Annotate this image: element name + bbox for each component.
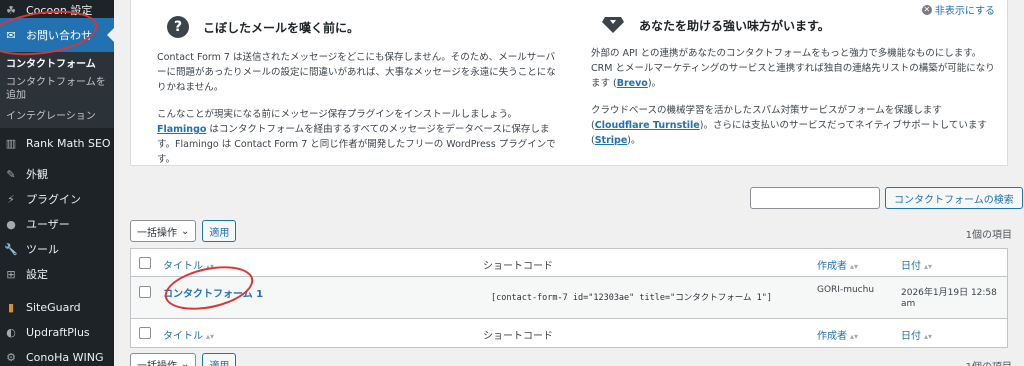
- header-label: 作成者: [817, 331, 847, 342]
- siteguard-icon: ▮: [7, 300, 15, 314]
- sort-icon: ▴▾: [850, 332, 859, 341]
- date-value-line2: am: [901, 299, 916, 309]
- item-count: 1個の項目: [965, 230, 1012, 241]
- question-icon: ?: [167, 16, 189, 38]
- dismiss-label: 非表示にする: [934, 6, 995, 17]
- table-row: コンタクトフォーム 1 [contact-form-7 id="12303ae"…: [131, 277, 1007, 319]
- bulk-action-label: 一括操作: [137, 227, 177, 239]
- welcome-right-para2: クラウドベースの機械学習を活かしたスパム対策サービスがフォームを保護します (C…: [591, 103, 1001, 148]
- brevo-link[interactable]: Brevo: [617, 78, 648, 89]
- date-value-line1: 2026年1月19日 12:58: [901, 288, 997, 298]
- sidebar-item-plugins[interactable]: ⚡ プラグイン: [0, 190, 114, 208]
- sidebar-item-label: SiteGuard: [26, 300, 81, 314]
- sort-icon: ▴▾: [924, 262, 933, 271]
- para-text: こんなことが現実になる前にメッセージ保存プラグインをインストールしましょう。: [157, 109, 518, 120]
- paintbrush-icon: ✎: [6, 167, 16, 181]
- welcome-panel: ✕ 非表示にする ? こぼしたメールを嘆く前に。 Contact Form 7 …: [130, 0, 1008, 166]
- submenu-contact-forms[interactable]: コンタクトフォーム: [6, 58, 96, 71]
- sidebar-item-label: 外観: [26, 168, 48, 181]
- settings-icon: ⊞: [6, 267, 16, 281]
- bulk-actions-top: 一括操作 ⌄ 適用: [130, 220, 237, 242]
- para-text: )。: [627, 135, 641, 146]
- table-header: タイトル ▴▾ ショートコード 作成者 ▴▾ 日付 ▴▾: [131, 249, 1007, 277]
- apply-button-bottom[interactable]: 適用: [202, 353, 237, 366]
- table-footer: タイトル ▴▾ ショートコード 作成者 ▴▾ 日付 ▴▾: [131, 319, 1007, 347]
- main-content: ✕ 非表示にする ? こぼしたメールを嘆く前に。 Contact Form 7 …: [114, 0, 1024, 366]
- sidebar-item-label: ツール: [26, 243, 59, 256]
- submenu-integration[interactable]: インテグレーション: [6, 110, 96, 123]
- welcome-left: ? こぼしたメールを嘆く前に。 Contact Form 7 は送信されたメッセ…: [157, 16, 557, 167]
- column-shortcode-header: ショートコード: [483, 261, 553, 272]
- welcome-left-head: ? こぼしたメールを嘆く前に。: [167, 16, 557, 38]
- sort-icon: ▴▾: [924, 332, 933, 341]
- chevron-down-icon: ⌄: [181, 225, 190, 237]
- gear-icon: ⚙: [6, 350, 16, 364]
- sidebar-item-settings[interactable]: ⊞ 設定: [0, 265, 114, 283]
- search-input[interactable]: [750, 187, 880, 209]
- sidebar-item-label: 設定: [26, 268, 48, 281]
- sidebar-item-label: UpdraftPlus: [26, 325, 90, 339]
- bulk-actions-bottom: 一括操作 ⌄ 適用: [130, 353, 237, 366]
- cocoon-icon: ☘: [6, 3, 16, 17]
- sidebar-item-siteguard[interactable]: ▮ SiteGuard: [0, 298, 114, 316]
- shortcode-value: [contact-form-7 id="12303ae" title="コンタク…: [491, 293, 772, 303]
- dismiss-link[interactable]: ✕ 非表示にする: [921, 2, 995, 17]
- stripe-link[interactable]: Stripe: [595, 135, 628, 146]
- header-label: 日付: [901, 261, 921, 272]
- welcome-right-para1: 外部の API との連携があなたのコンタクトフォームをもっと強力で多機能なものに…: [591, 46, 1001, 91]
- para-text: はコンタクトフォームを経由するすべてのメッセージをデータベースに保存します。Fl…: [157, 124, 556, 165]
- bulk-action-select[interactable]: 一括操作 ⌄: [130, 220, 197, 242]
- column-shortcode-footer: ショートコード: [483, 331, 553, 342]
- sidebar-item-label: ユーザー: [26, 218, 70, 231]
- header-label: 作成者: [817, 261, 847, 272]
- select-all-checkbox[interactable]: [139, 257, 151, 269]
- column-date-footer[interactable]: 日付 ▴▾: [901, 327, 932, 342]
- row-checkbox[interactable]: [139, 286, 151, 298]
- forms-table: タイトル ▴▾ ショートコード 作成者 ▴▾ 日付 ▴▾ コンタクトフォーム 1 [c…: [130, 248, 1008, 348]
- sort-icon: ▴▾: [850, 262, 859, 271]
- sidebar-item-label: プラグイン: [26, 193, 81, 206]
- bulk-action-label: 一括操作: [137, 360, 177, 366]
- user-icon: ●: [6, 217, 16, 231]
- search-button[interactable]: コンタクトフォームの検索: [885, 187, 1023, 209]
- sidebar-item-label: ConoHa WING: [26, 350, 104, 364]
- column-title-footer[interactable]: タイトル ▴▾: [163, 327, 214, 342]
- author-value: GORI-muchu: [817, 285, 875, 295]
- welcome-left-title: こぼしたメールを嘆く前に。: [203, 20, 360, 35]
- updraft-icon: ◐: [6, 325, 16, 339]
- apply-button[interactable]: 適用: [202, 220, 237, 242]
- welcome-right: あなたを助ける強い味方がいます。 外部の API との連携があなたのコンタクトフ…: [591, 16, 1001, 148]
- column-author-header[interactable]: 作成者 ▴▾: [817, 257, 858, 272]
- sidebar-item-rank-math[interactable]: ▥ Rank Math SEO: [0, 134, 114, 152]
- bulk-action-select-bottom[interactable]: 一括操作 ⌄: [130, 353, 197, 366]
- sidebar-item-users[interactable]: ● ユーザー: [0, 215, 114, 233]
- welcome-right-head: あなたを助ける強い味方がいます。: [601, 16, 1001, 34]
- header-label: タイトル: [163, 331, 203, 342]
- column-date-header[interactable]: 日付 ▴▾: [901, 257, 932, 272]
- item-count-bottom: 1個の項目: [966, 358, 1012, 366]
- plugin-icon: ⚡: [7, 192, 15, 206]
- sidebar-item-conoha[interactable]: ⚙ ConoHa WING: [0, 348, 114, 366]
- welcome-left-para1: Contact Form 7 は送信されたメッセージをどこにも保存しません。その…: [157, 52, 556, 93]
- close-icon: ✕: [921, 4, 932, 15]
- submenu-add-form[interactable]: コンタクトフォームを追加: [6, 76, 106, 102]
- column-author-footer[interactable]: 作成者 ▴▾: [817, 327, 858, 342]
- para-text: )。: [647, 78, 662, 89]
- header-label: 日付: [901, 331, 921, 342]
- flamingo-link[interactable]: Flamingo: [157, 124, 206, 135]
- chevron-down-icon: ⌄: [181, 358, 190, 366]
- rank-math-icon: ▥: [5, 136, 17, 150]
- diamond-icon: [602, 17, 624, 33]
- sidebar-item-label: Rank Math SEO: [26, 136, 111, 150]
- wrench-icon: 🔧: [4, 242, 18, 256]
- sidebar-item-appearance[interactable]: ✎ 外観: [0, 165, 114, 183]
- select-all-checkbox-footer[interactable]: [139, 327, 151, 339]
- sort-icon: ▴▾: [206, 332, 215, 341]
- welcome-left-para2: こんなことが現実になる前にメッセージ保存プラグインをインストールしましょう。 Fl…: [157, 107, 557, 167]
- turnstile-link[interactable]: Cloudflare Turnstile: [595, 120, 700, 131]
- sidebar-submenu: コンタクトフォーム コンタクトフォームを追加 インテグレーション: [0, 52, 114, 128]
- sidebar-item-tools[interactable]: 🔧 ツール: [0, 240, 114, 258]
- sidebar-item-updraftplus[interactable]: ◐ UpdraftPlus: [0, 323, 114, 341]
- welcome-right-title: あなたを助ける強い味方がいます。: [639, 18, 830, 33]
